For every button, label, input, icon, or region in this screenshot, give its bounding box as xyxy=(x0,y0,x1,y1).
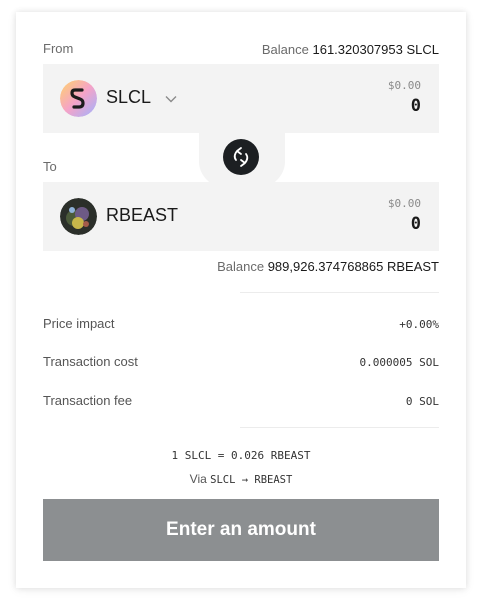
to-usd-value: $0.00 xyxy=(387,197,421,210)
transaction-cost-value: 0.000005 SOL xyxy=(359,356,439,369)
to-label: To xyxy=(43,159,57,174)
from-amount-input[interactable]: 0 xyxy=(411,96,421,116)
price-impact-label: Price impact xyxy=(43,316,115,331)
to-balance-label: Balance xyxy=(217,259,265,274)
divider xyxy=(240,292,439,293)
transaction-fee-label: Transaction fee xyxy=(43,393,133,408)
divider xyxy=(240,427,439,428)
exchange-rate: 1 SLCL = 0.026 RBEAST xyxy=(171,449,311,462)
to-amount-output: 0 xyxy=(410,214,421,234)
route-path: SLCL → RBEAST xyxy=(210,474,293,486)
to-balance: Balance 989,926.374768865 RBEAST xyxy=(217,259,439,274)
from-label: From xyxy=(43,41,74,56)
transaction-cost-label: Transaction cost xyxy=(43,354,138,369)
swap-card: From Balance 161.320307953 SLCL SLCL $0.… xyxy=(16,12,466,588)
swap-direction-button[interactable] xyxy=(223,139,259,175)
from-token-name: SLCL xyxy=(106,87,152,107)
from-balance-value: 161.320307953 SLCL xyxy=(312,42,439,57)
enter-amount-button[interactable]: Enter an amount xyxy=(43,499,439,561)
to-token-name: RBEAST xyxy=(106,205,179,225)
route-prefix: Via xyxy=(189,472,207,486)
slcl-token-icon xyxy=(60,80,97,117)
price-impact-value: +0.00% xyxy=(399,318,439,331)
from-balance-label: Balance xyxy=(261,42,309,57)
from-balance: Balance 161.320307953 SLCL xyxy=(262,42,439,57)
rbeast-token-icon xyxy=(60,198,97,235)
to-token-box[interactable]: RBEAST $0.00 0 xyxy=(43,182,439,251)
swap-arrows-icon xyxy=(233,147,249,167)
to-balance-value: 989,926.374768865 RBEAST xyxy=(267,259,439,274)
chevron-down-icon[interactable] xyxy=(164,92,178,106)
transaction-fee-value: 0 SOL xyxy=(405,395,439,408)
from-usd-value: $0.00 xyxy=(387,79,421,92)
route-info: Via SLCL → RBEAST xyxy=(16,472,466,486)
from-token-box[interactable]: SLCL $0.00 0 xyxy=(43,64,439,133)
